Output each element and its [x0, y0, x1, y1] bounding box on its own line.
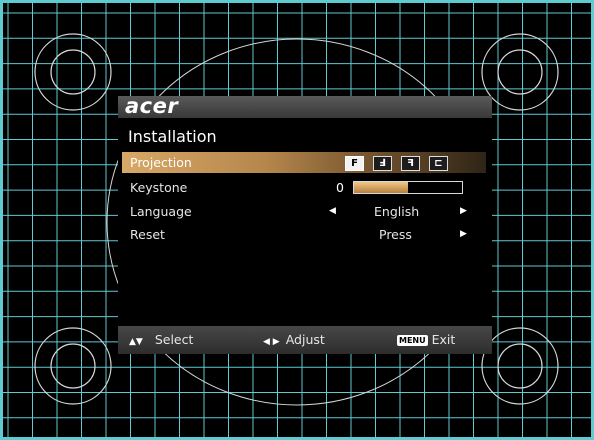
exit-hint: MENU Exit [397, 332, 455, 348]
brand-logo: acer [125, 94, 179, 118]
keystone-slider-fill [354, 182, 408, 193]
front-desktop-projection-icon[interactable]: F [345, 156, 364, 171]
adjust-hint: ◀ ▶ Adjust [263, 332, 325, 350]
keystone-value: 0 [336, 180, 344, 195]
exit-hint-label: Exit [431, 332, 456, 347]
adjust-hint-label: Adjust [285, 332, 325, 347]
projector-screen: acer Installation Projection F Ⅎ ꟻ ⊏ Key… [0, 0, 594, 440]
keystone-slider[interactable] [353, 181, 463, 194]
select-hint: ▲▼ Select [129, 332, 193, 350]
arrow-right-icon[interactable]: ▶ [460, 205, 467, 218]
arrow-right-icon[interactable]: ▶ [460, 228, 467, 241]
reset-label: Reset [130, 227, 165, 242]
menu-title: Installation [128, 127, 217, 146]
select-hint-label: Select [154, 332, 194, 347]
reset-value: Press [379, 227, 412, 242]
keystone-label: Keystone [130, 180, 188, 195]
left-right-arrows-icon: ◀ ▶ [263, 337, 280, 347]
osd-menu: acer Installation Projection F Ⅎ ꟻ ⊏ Key… [118, 94, 492, 354]
rear-ceiling-projection-icon[interactable]: ⊏ [429, 156, 448, 171]
up-down-arrows-icon: ▲▼ [129, 337, 143, 347]
language-label: Language [130, 204, 192, 219]
osd-footer: ▲▼ Select ◀ ▶ Adjust MENU Exit [118, 326, 492, 354]
rear-desktop-projection-icon[interactable]: ꟻ [401, 156, 420, 171]
arrow-left-icon[interactable]: ◀ [329, 205, 336, 218]
menu-key-icon: MENU [397, 335, 428, 346]
language-value: English [374, 204, 420, 219]
projection-label: Projection [130, 155, 192, 170]
menu-item-reset[interactable]: Reset Press ▶ [118, 224, 492, 245]
menu-item-keystone[interactable]: Keystone 0 [118, 177, 492, 198]
menu-item-language[interactable]: Language ◀ English ▶ [118, 201, 492, 222]
front-ceiling-projection-icon[interactable]: Ⅎ [373, 156, 392, 171]
osd-header: acer [118, 94, 492, 118]
menu-item-projection[interactable]: Projection F Ⅎ ꟻ ⊏ [118, 152, 492, 173]
